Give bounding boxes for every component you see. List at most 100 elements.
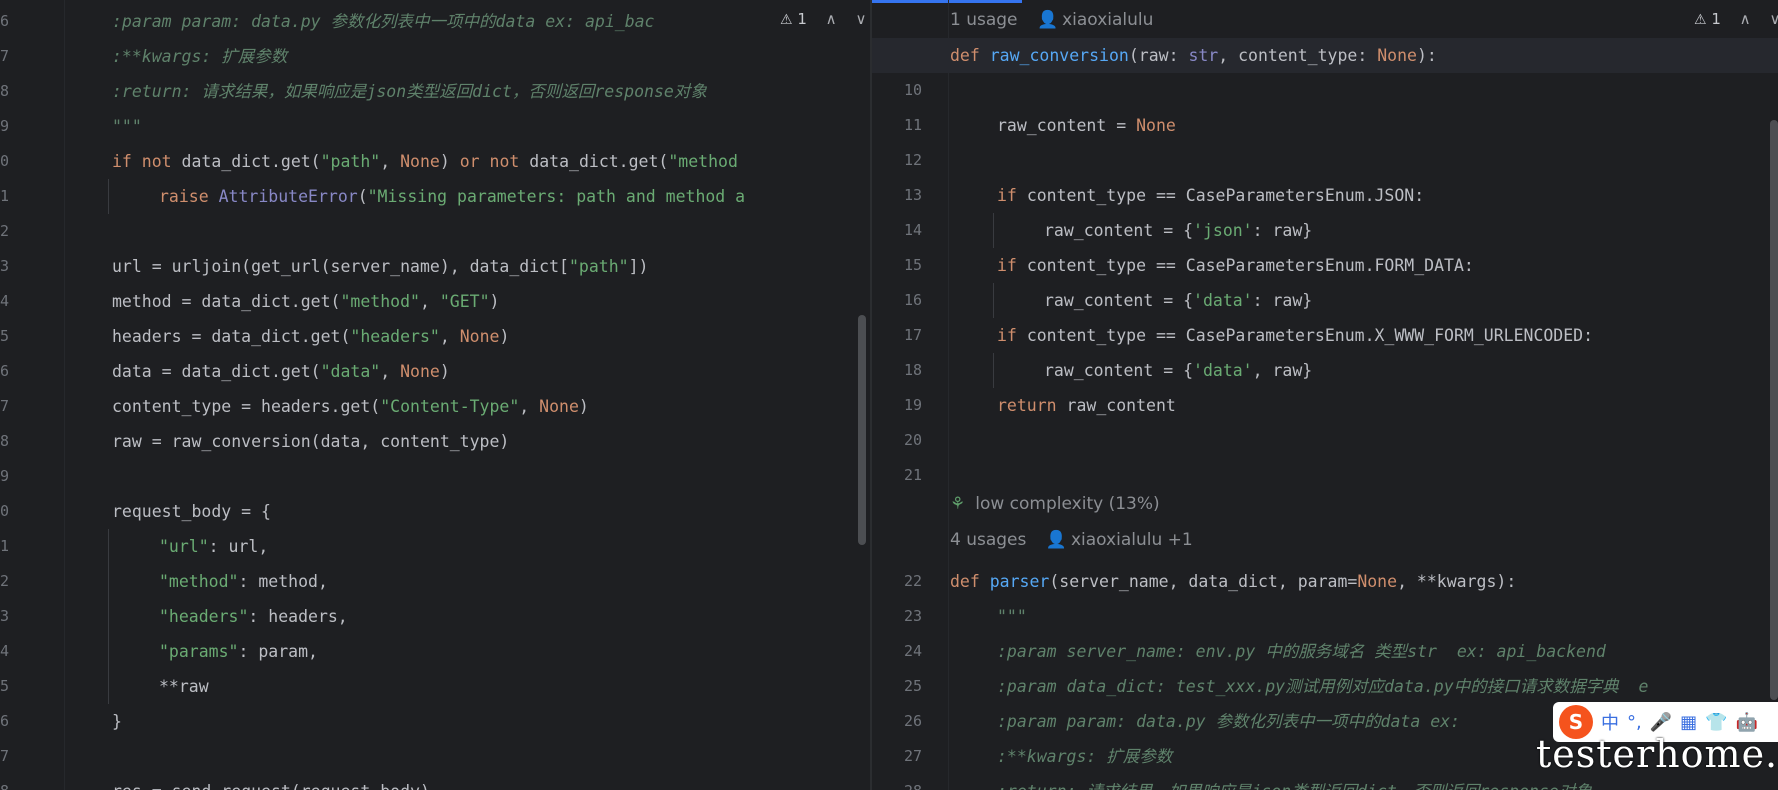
line-number[interactable]: 6 <box>0 4 64 39</box>
right-scrollbar-thumb[interactable] <box>1770 120 1778 700</box>
code-line[interactable]: headers = data_dict.get("headers", None) <box>112 319 509 354</box>
usage-hint-2[interactable]: 4 usages 👤 xiaoxialulu +1 <box>950 530 1193 550</box>
usage-count-2[interactable]: 4 usages <box>950 530 1026 550</box>
code-line[interactable]: content_type = headers.get("Content-Type… <box>112 389 589 424</box>
assistant-icon[interactable]: 🤖 <box>1736 712 1758 733</box>
code-line[interactable]: if not data_dict.get("path", None) or no… <box>112 144 738 179</box>
code-line[interactable]: raw_content = None <box>997 108 1176 143</box>
code-line[interactable]: :param param: data.py 参数化列表中一项中的data ex:… <box>112 4 655 39</box>
next-problem-icon[interactable]: ∨ <box>855 10 866 28</box>
line-number[interactable]: 1 <box>0 529 64 564</box>
line-number[interactable]: 5 <box>0 319 64 354</box>
line-number[interactable]: 7 <box>0 389 64 424</box>
line-number[interactable]: 14 <box>872 213 948 248</box>
code-line[interactable]: data = data_dict.get("data", None) <box>112 354 450 389</box>
line-number[interactable]: 21 <box>872 458 948 493</box>
code-line[interactable]: "headers": headers, <box>159 599 348 634</box>
line-number[interactable]: 0 <box>0 144 64 179</box>
line-number[interactable]: 24 <box>872 634 948 669</box>
line-number[interactable]: 17 <box>872 318 948 353</box>
right-editor-pane[interactable]: 910111213141516171819202122232425262728 … <box>872 0 1778 790</box>
code-line[interactable]: :return: 请求结果，如果响应是json类型返回dict，否则返回resp… <box>997 774 1592 790</box>
keyboard-icon[interactable]: ▦ <box>1680 712 1697 733</box>
left-scrollbar-thumb[interactable] <box>858 315 866 545</box>
prev-problem-icon[interactable]: ∧ <box>1740 10 1751 28</box>
code-line[interactable]: if content_type == CaseParametersEnum.JS… <box>997 178 1424 213</box>
code-line[interactable]: if content_type == CaseParametersEnum.FO… <box>997 248 1474 283</box>
line-number[interactable]: 19 <box>872 388 948 423</box>
line-number[interactable]: 1 <box>0 179 64 214</box>
line-number[interactable]: 8 <box>0 74 64 109</box>
line-number[interactable]: 9 <box>0 109 64 144</box>
code-line[interactable]: } <box>112 704 122 739</box>
code-line[interactable]: """ <box>112 109 142 144</box>
code-line[interactable]: "method": method, <box>159 564 328 599</box>
line-number[interactable]: 26 <box>872 704 948 739</box>
line-number[interactable]: 13 <box>872 178 948 213</box>
code-line[interactable]: def parser(server_name, data_dict, param… <box>950 564 1516 599</box>
code-line[interactable]: if content_type == CaseParametersEnum.X_… <box>997 318 1593 353</box>
line-number[interactable]: 27 <box>872 739 948 774</box>
line-number[interactable]: 6 <box>0 704 64 739</box>
line-number[interactable]: 2 <box>0 564 64 599</box>
line-number[interactable]: 10 <box>872 73 948 108</box>
code-line[interactable]: def raw_conversion(raw: str, content_typ… <box>950 38 1437 73</box>
line-number[interactable]: 11 <box>872 108 948 143</box>
usage-hint-1[interactable]: 1 usage 👤 xiaoxialulu <box>950 10 1153 30</box>
code-line[interactable]: :return: 请求结果，如果响应是json类型返回dict，否则返回resp… <box>112 74 707 109</box>
line-number[interactable]: 8 <box>0 774 64 790</box>
line-number[interactable]: 9 <box>0 459 64 494</box>
right-inspection-widget[interactable]: ⚠ 1 ∧ ∨ <box>1694 10 1778 28</box>
code-line[interactable]: **raw <box>159 669 209 704</box>
line-number[interactable]: 25 <box>872 669 948 704</box>
code-line[interactable]: raw_content = {'json': raw} <box>1044 213 1312 248</box>
code-line[interactable]: raw_content = {'data': raw} <box>1044 283 1312 318</box>
code-line[interactable]: raw = raw_conversion(data, content_type) <box>112 424 509 459</box>
code-token: :return: <box>112 82 202 101</box>
usage-count[interactable]: 1 usage <box>950 10 1018 30</box>
code-line[interactable]: res = send_request(request_body) <box>112 774 430 790</box>
code-line[interactable]: """ <box>997 599 1027 634</box>
code-line[interactable]: return raw_content <box>997 388 1176 423</box>
line-number[interactable]: 2 <box>0 214 64 249</box>
code-line[interactable]: "url": url, <box>159 529 268 564</box>
line-number[interactable]: 7 <box>0 739 64 774</box>
code-line[interactable]: :**kwargs: 扩展参数 <box>112 39 287 74</box>
prev-problem-icon[interactable]: ∧ <box>826 10 837 28</box>
line-number[interactable]: 3 <box>0 249 64 284</box>
line-number[interactable]: 20 <box>872 423 948 458</box>
line-number[interactable]: 23 <box>872 599 948 634</box>
complexity-hint[interactable]: ⚘ low complexity (13%) <box>950 494 1160 514</box>
line-number[interactable]: 15 <box>872 248 948 283</box>
left-inspection-widget[interactable]: ⚠ 1 ∧ ∨ <box>780 10 866 28</box>
line-number[interactable]: 12 <box>872 143 948 178</box>
code-line[interactable]: method = data_dict.get("method", "GET") <box>112 284 499 319</box>
code-line[interactable]: request_body = { <box>112 494 271 529</box>
code-line[interactable]: :param data_dict: test_xxx.py测试用例对应data.… <box>997 669 1648 704</box>
line-number[interactable]: 4 <box>0 284 64 319</box>
code-line[interactable]: "params": param, <box>159 634 318 669</box>
line-number[interactable]: 28 <box>872 774 948 790</box>
code-line[interactable]: :**kwargs: 扩展参数 <box>997 739 1172 774</box>
code-token: : raw} <box>1252 291 1313 310</box>
code-line[interactable]: raise AttributeError("Missing parameters… <box>159 179 745 214</box>
line-number[interactable]: 18 <box>872 353 948 388</box>
line-number[interactable]: 7 <box>0 39 64 74</box>
line-number[interactable]: 5 <box>0 669 64 704</box>
line-number[interactable]: 4 <box>0 634 64 669</box>
microphone-icon[interactable]: 🎤 <box>1650 712 1672 733</box>
line-number[interactable]: 0 <box>0 494 64 529</box>
line-number[interactable]: 16 <box>872 283 948 318</box>
skin-icon[interactable]: 👕 <box>1705 712 1727 733</box>
line-number[interactable]: 6 <box>0 354 64 389</box>
ime-punctuation-icon[interactable]: °, <box>1627 712 1642 733</box>
code-line[interactable]: url = urljoin(get_url(server_name), data… <box>112 249 648 284</box>
line-number[interactable]: 3 <box>0 599 64 634</box>
code-line[interactable]: raw_content = {'data', raw} <box>1044 353 1312 388</box>
left-editor-pane[interactable]: 67890123456789012345678 :param param: da… <box>0 0 870 790</box>
next-problem-icon[interactable]: ∨ <box>1769 10 1778 28</box>
code-line[interactable]: :param param: data.py 参数化列表中一项中的data ex: <box>997 704 1460 739</box>
line-number[interactable]: 22 <box>872 564 948 599</box>
code-line[interactable]: :param server_name: env.py 中的服务域名 类型str … <box>997 634 1606 669</box>
line-number[interactable]: 8 <box>0 424 64 459</box>
